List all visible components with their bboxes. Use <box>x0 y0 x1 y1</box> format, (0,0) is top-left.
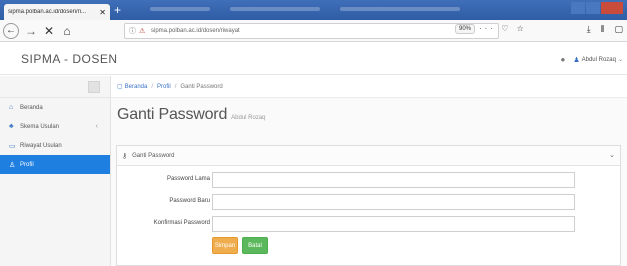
sidebar-item-label: Skema Usulan <box>20 123 60 130</box>
browser-nav-bar: ← → ✕ ⌂ ⓘ ⚠ sipma.polban.ac.id/dosen/riw… <box>0 20 627 42</box>
tab-title: sipma.polban.ac.id/dosen/ri... <box>8 9 87 15</box>
notification-icon[interactable]: ● <box>560 55 565 64</box>
old-password-input[interactable] <box>212 172 575 188</box>
sidebar-item-skema-usulan[interactable]: ♣ Skema Usulan ‹ <box>0 117 110 136</box>
page-subtitle: Abdul Rozaq <box>231 115 266 121</box>
chevron-down-icon[interactable]: ⌄ <box>609 151 615 159</box>
minimize-button[interactable] <box>571 2 585 14</box>
new-password-label: Password Baru <box>169 198 210 204</box>
breadcrumb-separator: / <box>151 83 154 90</box>
stop-button[interactable]: ✕ <box>40 22 58 40</box>
sidebar-icon[interactable]: ▢ <box>614 24 623 35</box>
download-icon[interactable]: ⤓ <box>587 24 591 35</box>
breadcrumb-profil[interactable]: Profil <box>157 84 171 90</box>
sitemap-icon: ♣ <box>9 123 14 130</box>
sidebar-item-label: Riwayat Usulan <box>20 142 62 149</box>
app-header: SIPMA - DOSEN ● ♟ Abdul Rozaq ⌄ <box>0 43 627 75</box>
tabbar-decoration <box>340 7 460 11</box>
sidebar-item-riwayat-usulan[interactable]: ▭ Riwayat Usulan <box>0 136 110 155</box>
maximize-button[interactable] <box>586 2 600 14</box>
breadcrumb-separator: / <box>174 83 177 90</box>
sidebar-item-label: Beranda <box>20 104 43 111</box>
window-controls <box>570 2 623 14</box>
breadcrumb-home-icon: ▢ <box>117 84 123 90</box>
sidebar-toggle-button[interactable] <box>88 80 100 93</box>
address-bar[interactable]: ⓘ ⚠ sipma.polban.ac.id/dosen/riwayat <box>124 23 499 39</box>
chevron-down-icon[interactable]: ⌄ <box>618 56 623 63</box>
sidebar: ⌂ Beranda ♣ Skema Usulan ‹ ▭ Riwayat Usu… <box>0 76 111 266</box>
old-password-label: Password Lama <box>166 176 210 182</box>
cancel-button[interactable]: Batal <box>242 237 268 254</box>
sidebar-item-label: Profil <box>20 161 34 168</box>
breadcrumb-beranda[interactable]: Beranda <box>125 84 148 90</box>
breadcrumb: ▢ Beranda / Profil / Ganti Password <box>111 76 627 98</box>
page-heading: Ganti Password Abdul Rozaq <box>117 106 266 124</box>
form-row-confirm-password: Konfirmasi Password <box>117 216 622 232</box>
sidebar-top <box>0 76 110 98</box>
key-icon: ⚷ <box>122 152 128 160</box>
folder-icon: ▭ <box>9 142 16 150</box>
tabbar-decoration <box>230 7 320 11</box>
panel-title: Ganti Password <box>132 152 175 159</box>
tab-close-icon[interactable]: ✕ <box>99 8 106 17</box>
breadcrumb-current: Ganti Password <box>180 83 223 90</box>
browser-tab[interactable]: sipma.polban.ac.id/dosen/ri... ✕ <box>4 4 110 20</box>
user-icon: ♙ <box>9 161 16 169</box>
sidebar-item-profil[interactable]: ♙ Profil <box>0 155 110 174</box>
change-password-panel: ⚷ Ganti Password ⌄ Password Lama Passwor… <box>116 145 621 266</box>
tabbar-decoration <box>150 7 210 11</box>
browser-toolbar-right: ⤓ ⫴ ▢ <box>577 24 623 35</box>
library-icon[interactable]: ⫴ <box>601 24 605 35</box>
confirm-password-input[interactable] <box>212 216 575 232</box>
app-title[interactable]: SIPMA - DOSEN <box>21 52 118 66</box>
info-icon[interactable]: ⓘ <box>129 26 139 36</box>
new-tab-button[interactable]: + <box>114 3 121 17</box>
home-button[interactable]: ⌂ <box>58 22 76 40</box>
chevron-left-icon: ‹ <box>95 123 98 130</box>
page-actions-icons[interactable]: ··· ♡ ☆ <box>479 24 527 33</box>
home-icon: ⌂ <box>9 104 14 111</box>
zoom-level-badge[interactable]: 90% <box>455 24 476 34</box>
user-menu[interactable]: ● ♟ Abdul Rozaq ⌄ <box>560 55 623 64</box>
panel-header: ⚷ Ganti Password ⌄ <box>117 146 620 166</box>
form-row-new-password: Password Baru <box>117 194 622 210</box>
form-row-old-password: Password Lama <box>117 172 622 188</box>
sidebar-item-beranda[interactable]: ⌂ Beranda <box>0 98 110 117</box>
forward-button[interactable]: → <box>22 22 40 40</box>
back-button[interactable]: ← <box>3 23 19 39</box>
window-close-button[interactable] <box>601 2 623 14</box>
new-password-input[interactable] <box>212 194 575 210</box>
confirm-password-label: Konfirmasi Password <box>153 220 210 226</box>
user-avatar-icon: ♟ <box>573 56 580 64</box>
save-button[interactable]: Simpan <box>212 237 238 254</box>
page-title: Ganti Password <box>117 106 228 123</box>
user-name[interactable]: Abdul Rozaq <box>582 57 616 63</box>
main-content: ▢ Beranda / Profil / Ganti Password Gant… <box>111 76 627 266</box>
browser-tab-bar: sipma.polban.ac.id/dosen/ri... ✕ + <box>0 0 627 20</box>
url-text[interactable]: sipma.polban.ac.id/dosen/riwayat <box>151 28 498 34</box>
insecure-lock-icon[interactable]: ⚠ <box>139 27 148 35</box>
